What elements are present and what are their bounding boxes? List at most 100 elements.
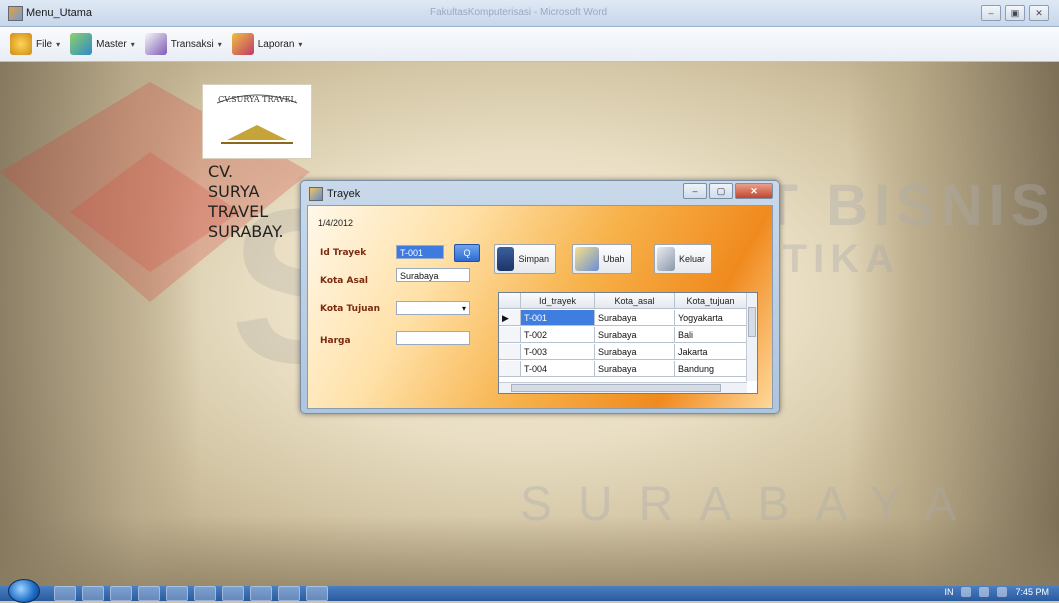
- search-button[interactable]: Q: [454, 244, 480, 262]
- word-icon[interactable]: [222, 586, 244, 601]
- kota-asal-input[interactable]: Surabaya: [396, 268, 470, 282]
- chevron-down-icon: ▾: [217, 39, 222, 49]
- media-player-icon[interactable]: [110, 586, 132, 601]
- table-cell[interactable]: Surabaya: [595, 361, 675, 377]
- table-cell[interactable]: T-001: [521, 310, 595, 326]
- ubah-button[interactable]: Ubah: [572, 244, 632, 274]
- menu-file[interactable]: File ▾: [10, 33, 60, 55]
- network-icon[interactable]: [961, 587, 972, 597]
- column-header-kota-tujuan[interactable]: Kota_tujuan: [675, 293, 747, 309]
- dialog-title-bar: Trayek: [309, 187, 360, 201]
- flag-icon[interactable]: [997, 587, 1008, 597]
- menu-bar: File ▾ Master ▾ Transaksi ▾ Laporan ▾: [0, 27, 1059, 62]
- clock[interactable]: 7:45 PM: [1015, 587, 1049, 597]
- id-trayek-label: Id Trayek: [320, 248, 367, 258]
- vertical-scroll-thumb[interactable]: [748, 307, 756, 337]
- trayek-grid[interactable]: Id_trayek Kota_asal Kota_tujuan ▶ T-001 …: [498, 292, 758, 394]
- grid-vertical-scrollbar[interactable]: [746, 293, 757, 381]
- transaksi-icon: [144, 33, 167, 55]
- column-header-id-trayek[interactable]: Id_trayek: [521, 293, 595, 309]
- volume-icon[interactable]: [979, 587, 990, 597]
- chevron-down-icon: ▾: [298, 39, 303, 49]
- dialog-minimize-button[interactable]: –: [683, 183, 707, 199]
- keluar-button[interactable]: Keluar: [654, 244, 712, 274]
- watermark-line-3: SURABAYA: [520, 478, 983, 531]
- language-indicator[interactable]: IN: [944, 587, 953, 597]
- app-icon[interactable]: [306, 586, 328, 601]
- menu-file-label: File: [36, 38, 53, 50]
- column-header-kota-asal[interactable]: Kota_asal: [595, 293, 675, 309]
- menu-transaksi-label: Transaksi: [170, 38, 214, 50]
- dialog-title: Trayek: [327, 188, 361, 200]
- id-trayek-input[interactable]: T-001: [396, 245, 444, 259]
- minimize-button[interactable]: –: [981, 5, 1001, 21]
- horizontal-scroll-thumb[interactable]: [511, 384, 721, 392]
- keluar-label: Keluar: [678, 254, 705, 264]
- table-cell[interactable]: Bali: [675, 327, 747, 343]
- window-controls: – ▣ ✕: [981, 5, 1049, 21]
- search-icon: Q: [463, 248, 471, 258]
- ubah-label: Ubah: [603, 254, 625, 264]
- table-cell[interactable]: Surabaya: [595, 310, 675, 326]
- grid-corner: [499, 293, 521, 309]
- visual-studio-icon[interactable]: [250, 586, 272, 601]
- edit-icon: [575, 247, 599, 271]
- taskbar-apps: [54, 586, 328, 601]
- dialog-maximize-button[interactable]: ▢: [709, 183, 733, 199]
- table-cell[interactable]: Surabaya: [595, 327, 675, 343]
- trayek-icon: [309, 187, 323, 201]
- table-row[interactable]: T-004 Surabaya Bandung: [499, 361, 759, 378]
- laporan-icon: [231, 33, 254, 55]
- company-name-line-2: SURYA: [208, 182, 260, 201]
- row-header[interactable]: [499, 344, 521, 360]
- company-name-line-1: CV.: [208, 162, 234, 181]
- maximize-button[interactable]: ▣: [1005, 5, 1025, 21]
- close-button[interactable]: ✕: [1029, 5, 1049, 21]
- table-cell[interactable]: T-004: [521, 361, 595, 377]
- kota-tujuan-select[interactable]: ▾: [396, 301, 470, 315]
- chevron-down-icon: ▾: [56, 39, 61, 49]
- menu-master[interactable]: Master ▾: [70, 33, 135, 55]
- kota-asal-label: Kota Asal: [320, 276, 368, 286]
- table-cell[interactable]: Jakarta: [675, 344, 747, 360]
- table-cell[interactable]: Surabaya: [595, 344, 675, 360]
- firefox-icon[interactable]: [138, 586, 160, 601]
- menu-laporan-label: Laporan: [257, 38, 295, 50]
- app-icon[interactable]: [194, 586, 216, 601]
- chevron-down-icon: ▾: [461, 304, 466, 313]
- faded-background-title: FakultasKomputerisasi - Microsoft Word: [430, 7, 608, 18]
- start-button[interactable]: [8, 578, 40, 603]
- dialog-client-area: 1/4/2012 Id Trayek T-001 Q Kota Asal Sur…: [307, 205, 773, 409]
- dialog-close-button[interactable]: ✕: [735, 183, 773, 199]
- kota-tujuan-label: Kota Tujuan: [320, 304, 381, 314]
- harga-input[interactable]: [396, 331, 470, 345]
- company-name-line-4: SURABAY.: [208, 222, 284, 241]
- ie-icon[interactable]: [54, 586, 76, 601]
- simpan-button[interactable]: Simpan: [494, 244, 556, 274]
- row-selector-icon[interactable]: ▶: [499, 310, 521, 326]
- dialog-window-controls: – ▢ ✕: [683, 183, 773, 199]
- app-icon: [8, 6, 23, 21]
- harga-label: Harga: [320, 336, 351, 346]
- grid-horizontal-scrollbar[interactable]: [499, 382, 747, 393]
- table-cell[interactable]: T-002: [521, 327, 595, 343]
- table-row[interactable]: T-003 Surabaya Jakarta: [499, 344, 759, 361]
- main-title-bar: Menu_Utama FakultasKomputerisasi - Micro…: [0, 0, 1059, 27]
- table-row[interactable]: T-002 Surabaya Bali: [499, 327, 759, 344]
- menu-laporan[interactable]: Laporan ▾: [231, 33, 303, 55]
- row-header[interactable]: [499, 327, 521, 343]
- company-name: CV. SURYA TRAVEL SURABAY.: [208, 162, 308, 242]
- table-cell[interactable]: T-003: [521, 344, 595, 360]
- app-icon[interactable]: [166, 586, 188, 601]
- table-cell[interactable]: Yogyakarta: [675, 310, 747, 326]
- app-icon[interactable]: [278, 586, 300, 601]
- table-cell[interactable]: Bandung: [675, 361, 747, 377]
- table-row[interactable]: ▶ T-001 Surabaya Yogyakarta: [499, 310, 759, 327]
- company-logo: CV.SURYA TRAVEL: [202, 84, 312, 159]
- chevron-down-icon: ▾: [130, 39, 135, 49]
- row-header[interactable]: [499, 361, 521, 377]
- menu-transaksi[interactable]: Transaksi ▾: [144, 33, 222, 55]
- explorer-icon[interactable]: [82, 586, 104, 601]
- date-label: 1/4/2012: [318, 218, 354, 228]
- taskbar: IN 7:45 PM: [0, 578, 1059, 603]
